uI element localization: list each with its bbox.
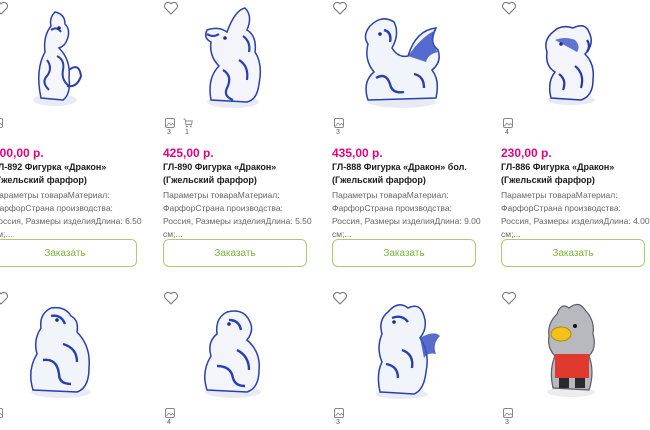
product-price: 400,00 р. [0, 146, 44, 160]
product-meta: 3 [0, 408, 143, 430]
photo-count: 3 [503, 408, 517, 426]
cart-icon [183, 118, 193, 128]
product-meta: 4 [501, 118, 650, 140]
photo-icon [0, 408, 3, 418]
dragon-figurine-image [364, 18, 440, 108]
order-button[interactable]: Заказать [163, 239, 307, 267]
product-meta: 4 [163, 408, 313, 430]
product-image[interactable] [163, 0, 313, 112]
product-title[interactable]: ГЛ-886 Фигурка «Дракон» (Гжельский фарфо… [501, 161, 650, 187]
heart-icon[interactable] [163, 290, 179, 306]
photo-count: 3 [0, 408, 7, 426]
dragon-figurine-image [30, 306, 91, 398]
product-image[interactable] [163, 290, 313, 402]
product-description: Параметры товараМатериал: ФарфорСтрана п… [332, 190, 481, 239]
product-description: Параметры товараМатериал: ФарфорСтрана п… [501, 190, 650, 239]
order-button[interactable]: Заказать [332, 239, 476, 267]
photo-icon [0, 118, 3, 128]
photo-count: 3 [334, 408, 348, 426]
product-card: 4 [163, 290, 313, 428]
product-card: 3 [332, 290, 482, 428]
photo-icon [165, 118, 175, 128]
product-image[interactable] [332, 290, 482, 402]
product-price: 230,00 р. [501, 146, 552, 160]
dragon-figurine-image [33, 11, 83, 106]
photo-icon [334, 408, 344, 418]
photo-count: 4 [165, 408, 179, 426]
order-button[interactable]: Заказать [0, 239, 137, 267]
heart-icon[interactable] [332, 0, 348, 16]
dragon-figurine-image [545, 25, 595, 105]
product-meta: 3 [332, 118, 482, 140]
photo-count: 4 [503, 118, 517, 136]
product-title[interactable]: ГЛ-890 Фигурка «Дракон» (Гжельский фарфо… [163, 161, 315, 187]
dragon-figurine-image [204, 310, 261, 398]
product-title[interactable]: ГЛ-892 Фигурка «Дракон» (Гжельский фарфо… [0, 161, 145, 187]
photo-count: 3 [334, 118, 348, 136]
product-meta: 3 1 [163, 118, 313, 140]
dragon-figurine-image [376, 304, 440, 399]
product-card: 3 [0, 290, 143, 428]
photo-icon [503, 408, 513, 418]
heart-icon[interactable] [501, 290, 517, 306]
product-meta: 3 [501, 408, 650, 430]
heart-icon[interactable] [501, 0, 517, 16]
order-button[interactable]: Заказать [501, 239, 645, 267]
cart-count: 1 [183, 118, 197, 136]
painted-figurine-image [547, 303, 595, 397]
product-description: Параметры товараМатериал: ФарфорСтрана п… [163, 190, 312, 239]
photo-icon [334, 118, 344, 128]
product-price: 425,00 р. [163, 146, 214, 160]
product-image[interactable] [0, 290, 143, 402]
product-meta: 3 [0, 118, 143, 140]
product-price: 435,00 р. [332, 146, 383, 160]
product-description: Параметры товараМатериал: ФарфорСтрана п… [0, 190, 142, 239]
heart-icon[interactable] [0, 0, 9, 16]
product-image[interactable] [0, 0, 143, 112]
product-image[interactable] [501, 0, 650, 112]
heart-icon[interactable] [163, 0, 179, 16]
product-title[interactable]: ГЛ-888 Фигурка «Дракон» бол. (Гжельский … [332, 161, 484, 187]
photo-count: 3 [165, 118, 179, 136]
photo-icon [503, 118, 513, 128]
product-image[interactable] [501, 290, 650, 402]
dragon-figurine-image [204, 7, 262, 108]
heart-icon[interactable] [0, 290, 9, 306]
product-card: 3 [501, 290, 650, 428]
product-meta: 3 [332, 408, 482, 430]
product-image[interactable] [332, 0, 482, 112]
photo-icon [165, 408, 175, 418]
photo-count: 3 [0, 118, 7, 136]
heart-icon[interactable] [332, 290, 348, 306]
